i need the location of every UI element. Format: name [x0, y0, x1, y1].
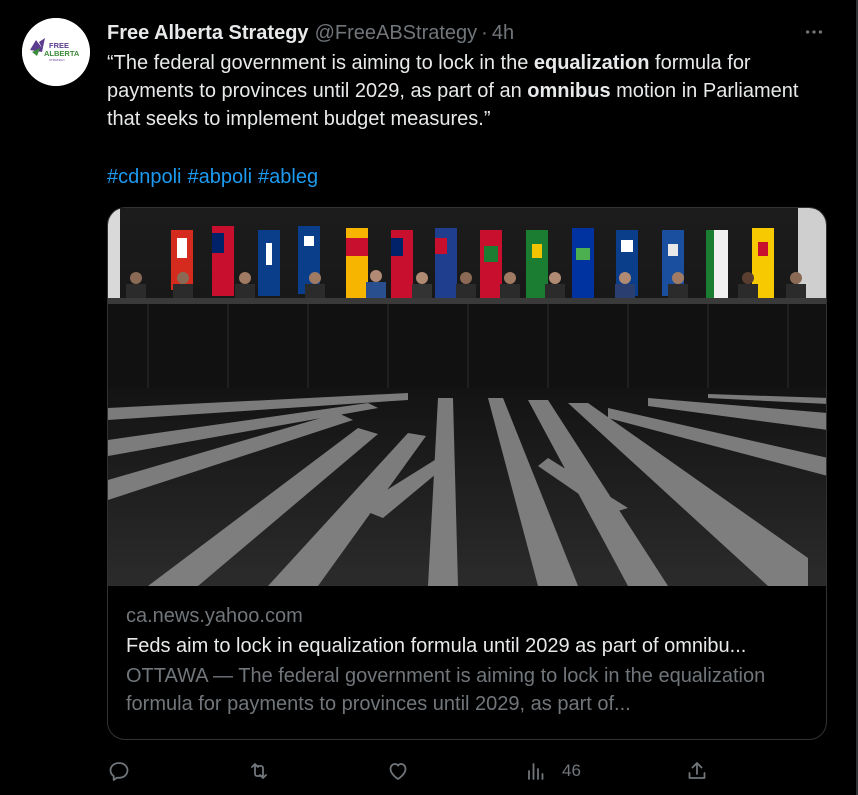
timestamp[interactable]: 4h — [492, 22, 514, 45]
avatar[interactable]: FREE ALBERTA STRATEGY — [22, 18, 90, 86]
card-domain[interactable]: ca.news.yahoo.com — [126, 604, 816, 628]
display-name[interactable]: Free Alberta Strategy — [107, 22, 309, 45]
tweet-bold-equalization: equalization — [533, 52, 650, 74]
more-icon — [805, 30, 823, 34]
free-alberta-logo: FREE ALBERTA STRATEGY — [22, 18, 90, 86]
share-button[interactable] — [685, 756, 709, 786]
views-count: 46 — [562, 761, 581, 780]
reply-icon — [109, 762, 129, 781]
heart-icon — [389, 763, 407, 780]
action-bar: 46 — [107, 756, 717, 786]
hashtag-ableg[interactable]: #ableg — [258, 166, 318, 188]
avatar-text-2: ALBERTA — [44, 49, 80, 58]
card-title[interactable]: Feds aim to lock in equalization formula… — [126, 632, 816, 660]
like-button[interactable] — [386, 756, 410, 786]
views-icon — [528, 763, 544, 780]
avatar-text-3: STRATEGY — [49, 58, 65, 62]
reply-button[interactable] — [107, 756, 131, 786]
tweet-text-part: “The federal government is aiming to loc… — [107, 52, 534, 74]
share-icon — [688, 762, 706, 779]
user-handle[interactable]: @FreeABStrategy — [315, 22, 478, 45]
card-description: OTTAWA — The federal government is aimin… — [126, 665, 766, 715]
link-preview-card[interactable]: ca.news.yahoo.com Feds aim to lock in eq… — [107, 207, 827, 740]
more-options-button[interactable] — [800, 18, 828, 46]
card-meta: ca.news.yahoo.com Feds aim to lock in eq… — [126, 604, 816, 718]
hashtag-cdnpoli[interactable]: #cdnpoli — [107, 166, 182, 188]
tweet-bold-omnibus: omnibus — [527, 80, 611, 102]
tweet-text: “The federal government is aiming to loc… — [107, 49, 827, 133]
retweet-button[interactable] — [247, 756, 271, 786]
separator-dot: · — [481, 21, 488, 44]
tweet-header: Free Alberta Strategy @FreeABStrategy · … — [107, 19, 514, 47]
hashtag-abpoli[interactable]: #abpoli — [188, 166, 253, 188]
hashtag-list: #cdnpoli #abpoli #ableg — [107, 163, 324, 191]
premiers-meeting-photo — [108, 208, 826, 586]
retweet-icon — [251, 763, 267, 779]
views-button[interactable]: 46 — [524, 756, 581, 786]
card-image[interactable] — [108, 208, 826, 586]
